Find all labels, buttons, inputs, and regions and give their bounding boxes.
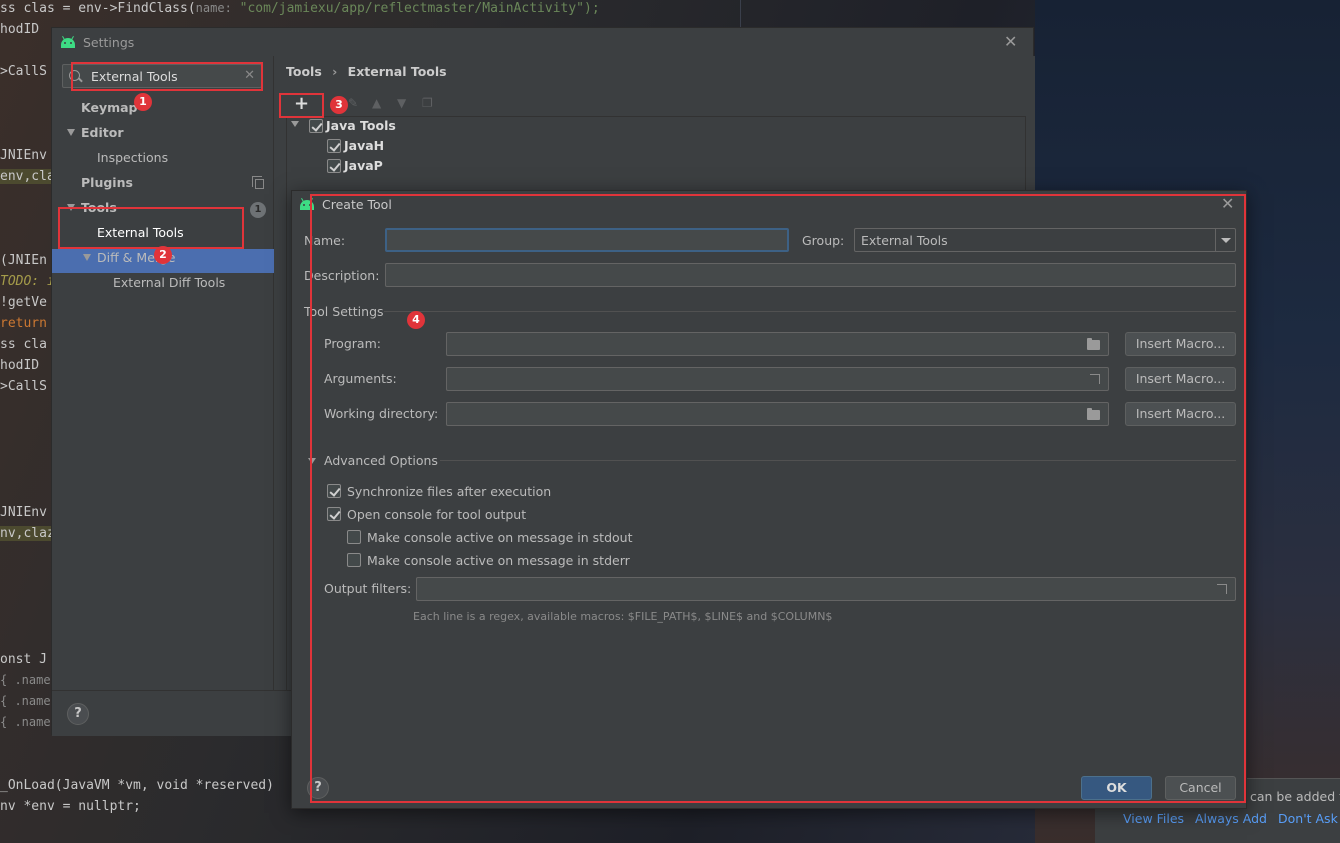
code-line: { .name — [0, 694, 51, 708]
breadcrumb: Tools › External Tools — [286, 64, 447, 79]
edit-icon: ✎ — [348, 96, 359, 110]
chevron-down-icon — [67, 129, 75, 136]
code-line: _OnLoad(JavaVM *vm, void *reserved) — [0, 778, 274, 793]
code-line: nv,claz — [0, 526, 55, 541]
view-files-link[interactable]: View Files — [1123, 811, 1184, 826]
java-tools-checkbox[interactable] — [309, 119, 323, 133]
annotation-marker-2: 2 — [154, 246, 172, 264]
javah-checkbox[interactable] — [327, 139, 341, 153]
tools-toolbar: + − ✎ ▲ ▼ ❐ — [286, 92, 1026, 117]
help-button[interactable]: ? — [67, 703, 89, 725]
settings-title: Settings — [83, 35, 135, 50]
move-down-icon: ▼ — [397, 96, 407, 110]
annotation-box-search — [71, 62, 263, 91]
code-line: !getVe — [0, 295, 47, 310]
plugins-count-badge: 1 — [250, 202, 266, 218]
javah-label: JavaH — [344, 138, 385, 153]
javap-checkbox[interactable] — [327, 159, 341, 173]
java-tools-label: Java Tools — [326, 118, 396, 133]
annotation-box-external-tools — [58, 207, 244, 249]
sidebar-item-external-diff-tools[interactable]: External Diff Tools — [113, 275, 225, 290]
always-add-link[interactable]: Always Add — [1195, 811, 1267, 826]
copy-icon: ❐ — [422, 96, 433, 110]
code-line: nv *env = nullptr; — [0, 799, 141, 814]
close-icon[interactable]: ✕ — [1004, 34, 1017, 50]
javap-label: JavaP — [344, 158, 383, 173]
sidebar-item-plugins[interactable]: Plugins — [81, 175, 133, 190]
sidebar-item-keymap[interactable]: Keymap — [81, 100, 138, 115]
code-line: return — [0, 316, 47, 331]
code-line: { .name — [0, 673, 51, 687]
dont-ask-link[interactable]: Don't Ask A — [1278, 811, 1340, 826]
chevron-down-icon — [291, 121, 299, 127]
breadcrumb-current: External Tools — [347, 64, 447, 79]
annotation-marker-4: 4 — [407, 311, 425, 329]
code-line: hodID — [0, 358, 40, 373]
code-line: JNIEnv — [0, 505, 47, 520]
code-line: onst J — [0, 652, 47, 667]
annotation-box-dialog — [310, 194, 1246, 803]
code-line-1: ss clas = env->FindClass(name: "com/jami… — [0, 1, 600, 16]
code-line: TODO: i — [0, 274, 55, 289]
settings-sidebar: External Tools ✕ Keymap Editor Inspectio… — [52, 56, 274, 690]
code-line: >CallS — [0, 64, 47, 79]
code-line: JNIEnv — [0, 148, 47, 163]
breadcrumb-parent: Tools — [286, 64, 322, 79]
android-icon — [60, 36, 76, 48]
breadcrumb-separator: › — [332, 64, 338, 79]
code-line: hodID — [0, 22, 40, 37]
code-line: env,cla — [0, 169, 55, 184]
notification-text: can be added t — [1250, 789, 1340, 804]
annotation-marker-3: 3 — [330, 96, 348, 114]
chevron-down-icon — [83, 254, 91, 261]
sidebar-item-inspections[interactable]: Inspections — [97, 150, 168, 165]
settings-titlebar: Settings ✕ — [52, 28, 1033, 56]
annotation-box-add — [279, 93, 324, 118]
code-line: >CallS — [0, 379, 47, 394]
project-scope-icon — [252, 176, 264, 189]
sidebar-item-editor[interactable]: Editor — [67, 125, 124, 140]
annotation-marker-1: 1 — [134, 93, 152, 111]
code-line: { .name — [0, 715, 51, 729]
code-line: ss cla — [0, 337, 47, 352]
move-up-icon: ▲ — [372, 96, 382, 110]
code-line: (JNIEn — [0, 253, 47, 268]
